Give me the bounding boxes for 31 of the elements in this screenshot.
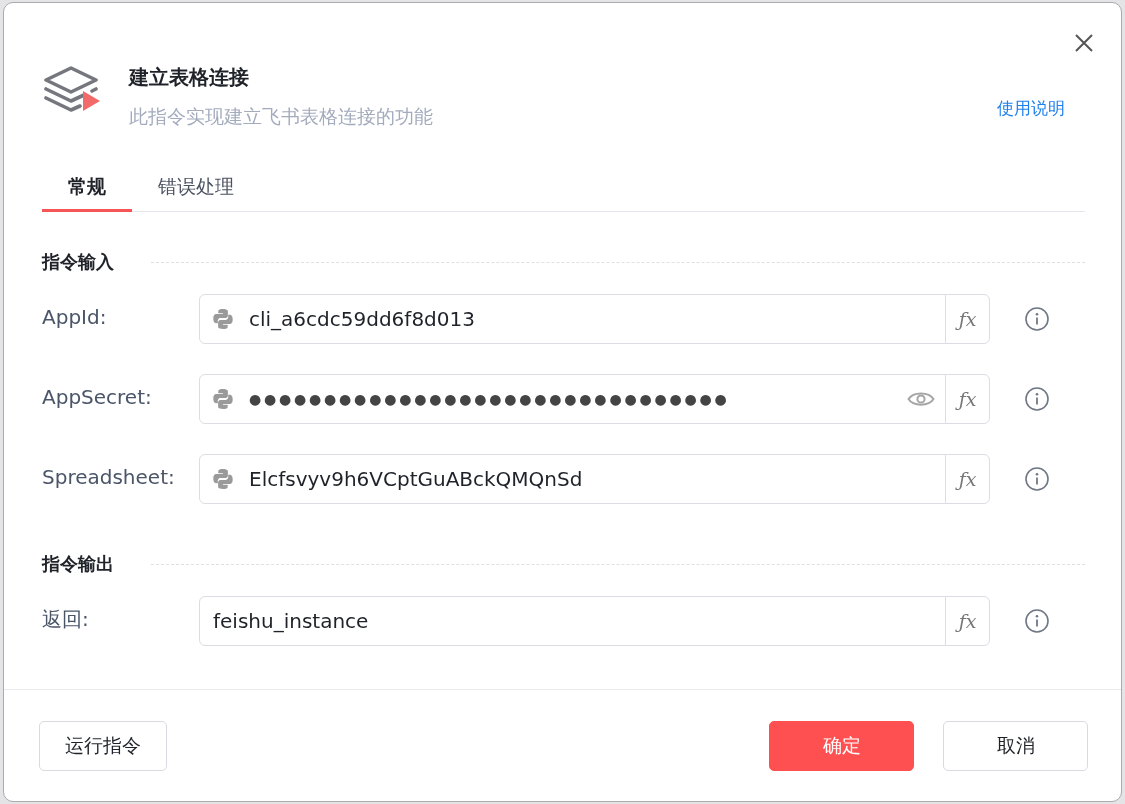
input-field[interactable]: ●●●●●●●●●●●●●●●●●●●●●●●●●●●●●●●●: [199, 374, 946, 424]
tab[interactable]: 错误处理: [132, 160, 260, 212]
formula-button[interactable]: ƒx: [945, 596, 990, 646]
run-button[interactable]: 运行指令: [39, 721, 167, 771]
info-icon[interactable]: [1025, 387, 1049, 411]
close-icon: [1075, 34, 1093, 52]
field-label: AppId:: [42, 305, 108, 329]
eye-icon[interactable]: [907, 390, 935, 408]
layers-icon: [44, 66, 100, 114]
input-field[interactable]: feishu_instance: [199, 596, 946, 646]
formula-button[interactable]: ƒx: [945, 294, 990, 344]
section-title: 指令输出: [42, 552, 114, 576]
info-icon[interactable]: [1025, 609, 1049, 633]
dialog-title: 建立表格连接: [129, 64, 250, 91]
formula-button[interactable]: ƒx: [945, 374, 990, 424]
info-icon[interactable]: [1025, 467, 1049, 491]
cancel-button[interactable]: 取消: [943, 721, 1088, 771]
field-label: Spreadsheet:: [42, 465, 176, 489]
python-icon: [213, 389, 233, 409]
formula-button[interactable]: ƒx: [945, 454, 990, 504]
tab[interactable]: 常规: [42, 160, 132, 212]
info-icon[interactable]: [1025, 307, 1049, 331]
input-field[interactable]: Elcfsvyv9h6VCptGuABckQMQnSd: [199, 454, 946, 504]
input-field[interactable]: cli_a6cdc59dd6f8d013: [199, 294, 946, 344]
python-icon: [213, 309, 233, 329]
python-icon: [213, 469, 233, 489]
field-label: 返回:: [42, 605, 90, 633]
field-label: AppSecret:: [42, 385, 153, 409]
dialog-subtitle: 此指令实现建立飞书表格连接的功能: [129, 104, 433, 129]
section-title: 指令输入: [42, 250, 114, 274]
help-link[interactable]: 使用说明: [997, 96, 1065, 120]
